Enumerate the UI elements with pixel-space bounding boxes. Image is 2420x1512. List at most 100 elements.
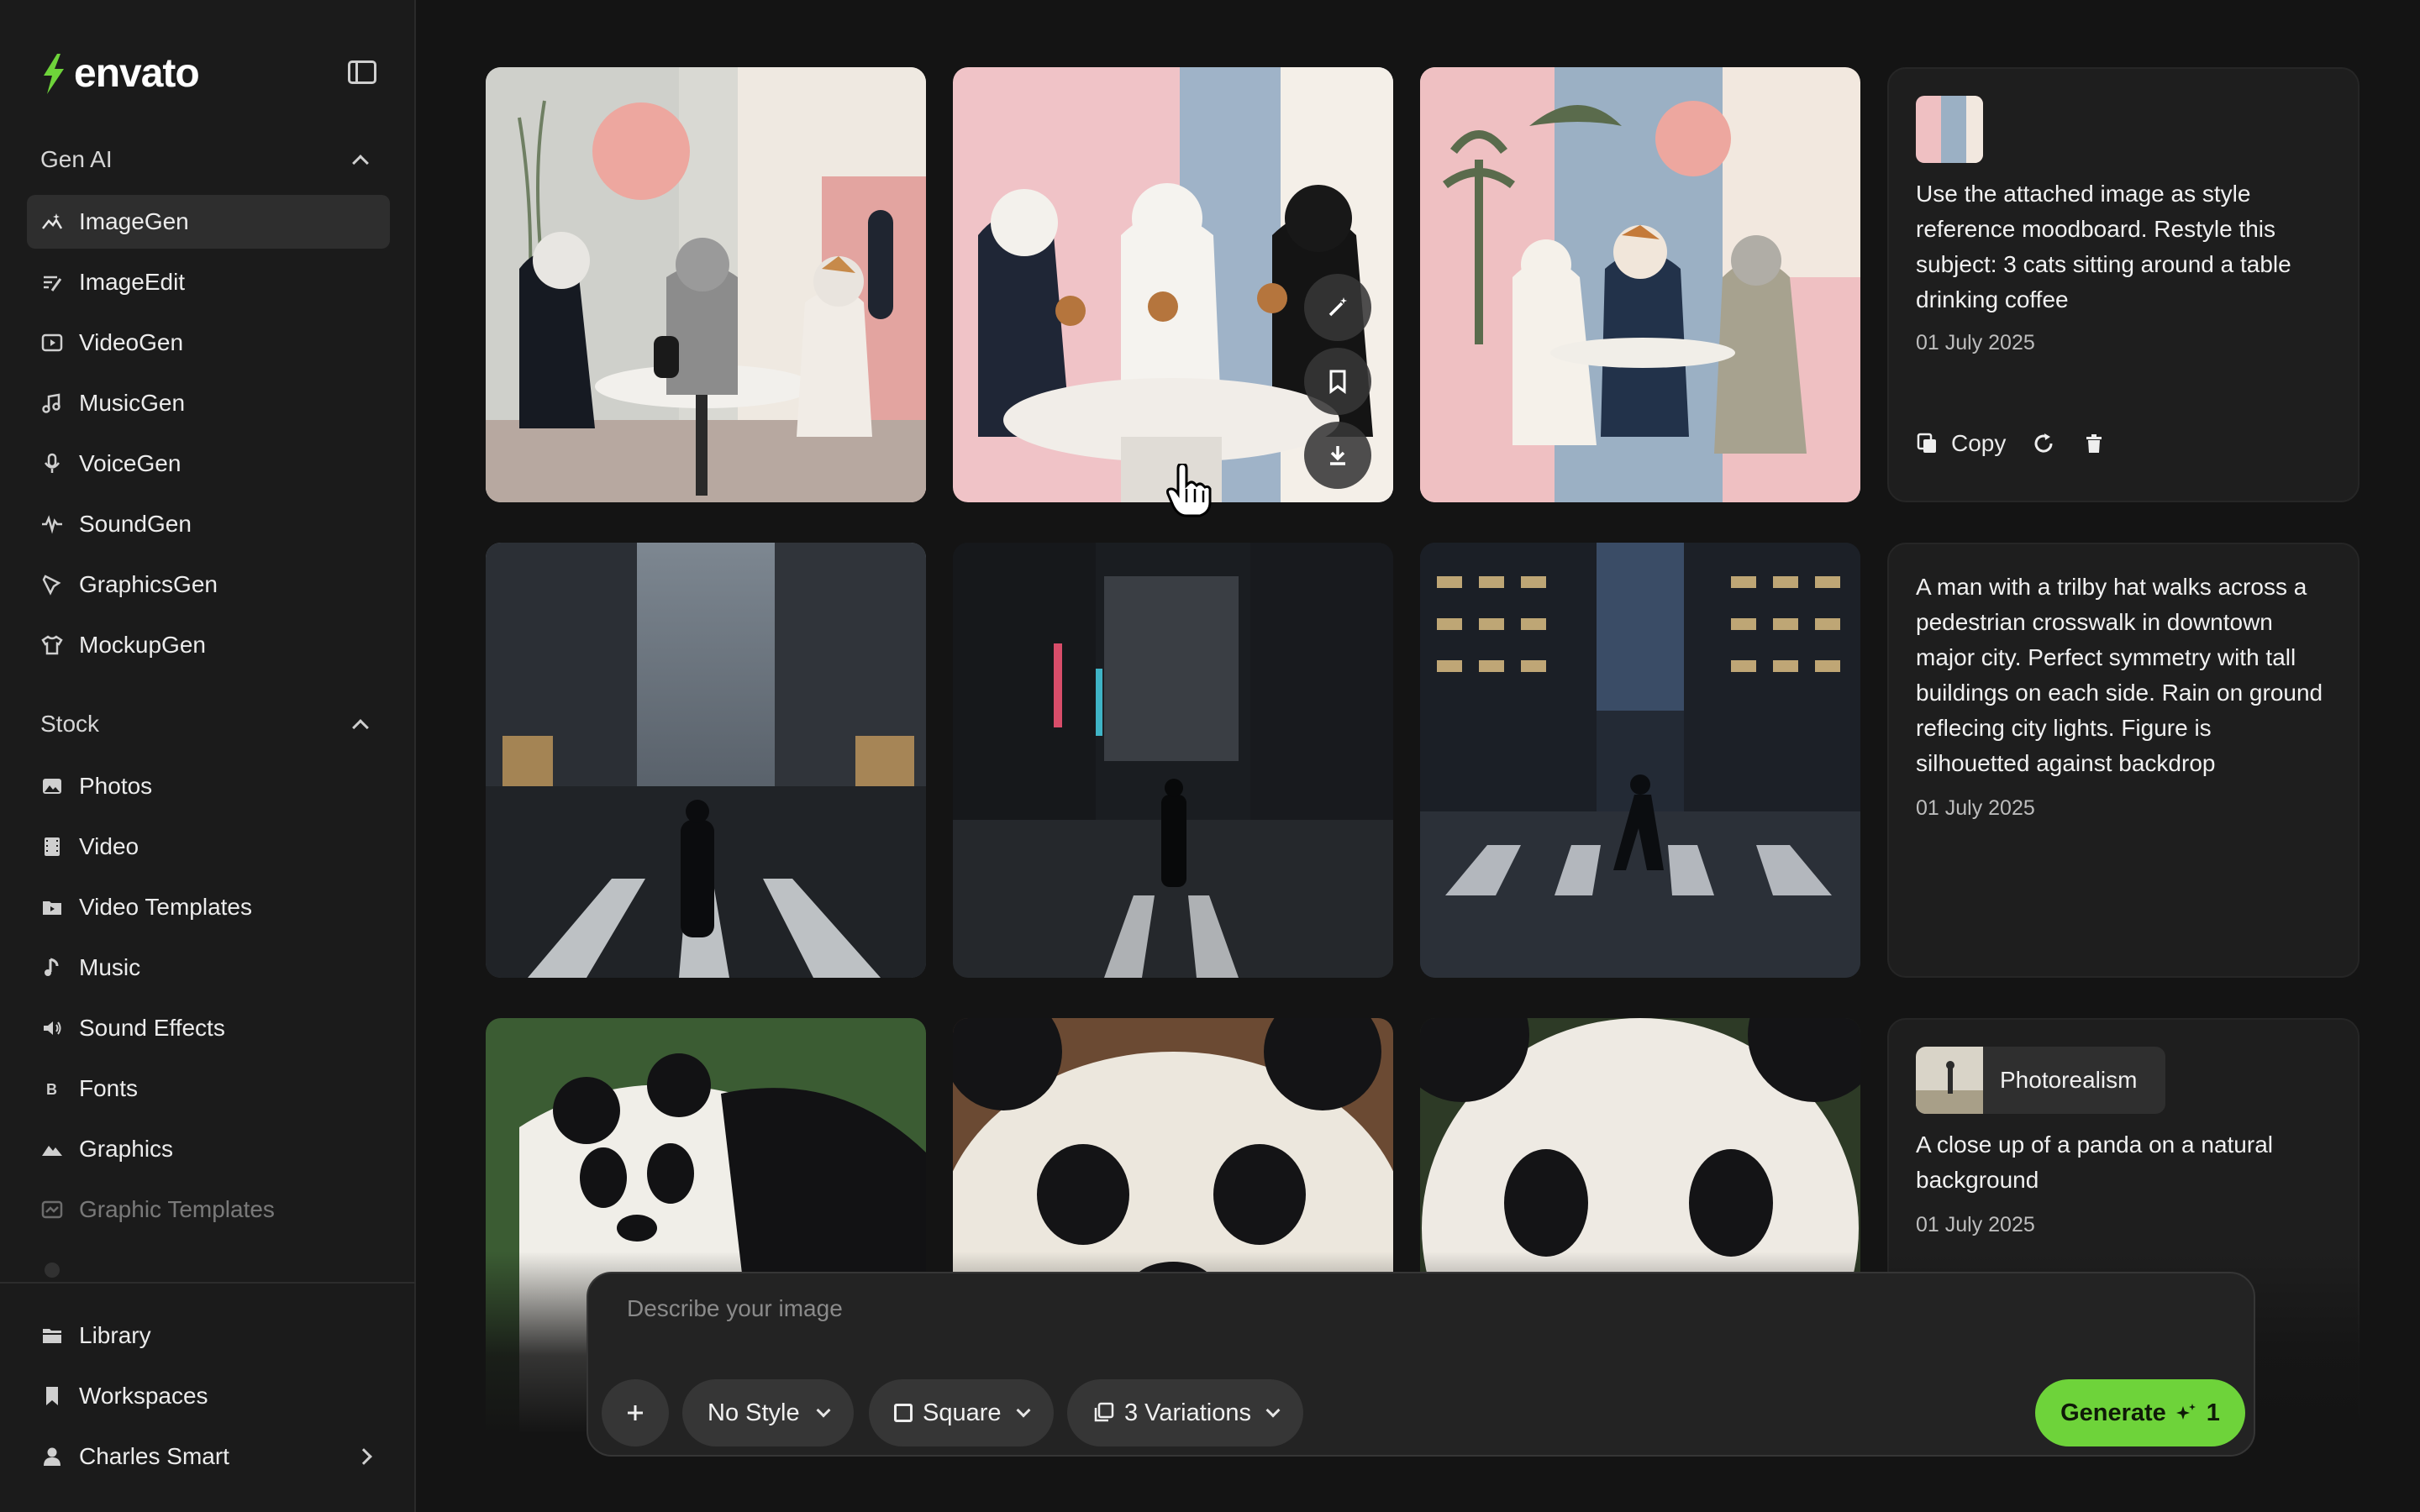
sidebar-item-video-templates[interactable]: Video Templates (27, 880, 390, 934)
result-image[interactable] (486, 543, 926, 978)
chevron-down-icon (816, 1403, 831, 1418)
sidebar-item-video[interactable]: Video (27, 820, 390, 874)
add-attachment-button[interactable] (602, 1379, 669, 1446)
copy-icon (1917, 433, 1936, 453)
film-icon (40, 835, 64, 858)
stock-section-title: Stock (40, 711, 100, 737)
sidebar-item-label: ImageEdit (79, 269, 186, 295)
genai-section-header[interactable]: Gen AI (40, 146, 375, 173)
sidebar-item-label: Video (79, 833, 139, 859)
style-reference-thumbnail[interactable] (1916, 96, 1983, 163)
save-image-button[interactable] (1304, 348, 1371, 415)
sidebar-item-imagegen[interactable]: ImageGen (27, 195, 390, 249)
photo-icon (40, 774, 64, 798)
tshirt-icon (40, 633, 64, 657)
video-template-icon (40, 895, 64, 919)
result-image[interactable] (486, 67, 926, 502)
bookmark-icon (1329, 370, 1346, 394)
sidebar-item-musicgen[interactable]: MusicGen (27, 376, 390, 430)
chevron-right-icon (355, 1448, 372, 1465)
stock-section-header[interactable]: Stock (40, 711, 375, 738)
sidebar-item-label: Video Templates (79, 894, 252, 920)
prompt-text: A man with a trilby hat walks across a p… (1916, 574, 2323, 776)
sidebar-item-mockupgen[interactable]: MockupGen (27, 618, 390, 672)
result-image[interactable] (953, 67, 1393, 502)
sidebar-item-label: Music (79, 954, 141, 980)
style-thumbnail (1916, 1047, 1983, 1114)
waveform-icon (40, 512, 64, 536)
bookmark-icon (40, 1384, 64, 1408)
image-edit-icon (40, 270, 64, 294)
variations-icon (1094, 1402, 1114, 1422)
prompt-card: Use the attached image as style referenc… (1887, 67, 2360, 502)
style-dropdown-label: No Style (708, 1399, 800, 1426)
sidebar-item-label: Photos (79, 773, 153, 799)
copy-button[interactable]: Copy (1916, 430, 2006, 457)
chevron-up-icon (352, 155, 369, 171)
sidebar-item-soundgen[interactable]: SoundGen (27, 497, 390, 551)
style-dropdown[interactable]: No Style (682, 1379, 854, 1446)
sidebar-item-label: SoundGen (79, 511, 192, 537)
microphone-icon (40, 452, 64, 475)
sidebar-item-videogen[interactable]: VideoGen (27, 316, 390, 370)
hand-cursor-icon (1166, 464, 1212, 517)
sidebar-item-label: Workspaces (79, 1383, 208, 1409)
prompt-input[interactable]: Describe your image (627, 1295, 843, 1322)
aspect-dropdown[interactable]: Square (869, 1379, 1054, 1446)
aspect-dropdown-label: Square (923, 1399, 1002, 1426)
sidebar-item-label: Sound Effects (79, 1015, 225, 1041)
sidebar-item-hidden (27, 1243, 390, 1297)
font-icon: B (40, 1077, 64, 1100)
folder-icon (40, 1324, 64, 1347)
music-icon (40, 956, 64, 979)
envato-logo[interactable]: envato (39, 50, 200, 97)
result-image[interactable] (1420, 67, 1860, 502)
result-image[interactable] (953, 543, 1393, 978)
stock-nav: Photos Video Video Templates Music Sound… (27, 759, 390, 1304)
sidebar-item-label: Fonts (79, 1075, 139, 1101)
sidebar-item-graphics[interactable]: Graphics (27, 1122, 390, 1176)
music-note-icon (40, 391, 64, 415)
sidebar-item-imageedit[interactable]: ImageEdit (27, 255, 390, 309)
sidebar-item-voicegen[interactable]: VoiceGen (27, 437, 390, 491)
copy-label: Copy (1951, 430, 2007, 456)
sidebar-item-label: MusicGen (79, 390, 186, 416)
sidebar-item-music[interactable]: Music (27, 941, 390, 995)
sidebar-item-graphic-templates[interactable]: Graphic Templates (27, 1183, 390, 1236)
square-icon (894, 1404, 913, 1422)
style-tag[interactable]: Photorealism (1916, 1047, 2166, 1114)
sidebar-item-photos[interactable]: Photos (27, 759, 390, 813)
credit-count: 1 (2206, 1399, 2220, 1426)
result-image[interactable] (1420, 543, 1860, 978)
download-image-button[interactable] (1304, 422, 1371, 489)
template-icon (40, 1198, 64, 1221)
sidebar-item-fonts[interactable]: B Fonts (27, 1062, 390, 1116)
sidebar-item-label: Graphics (79, 1136, 174, 1162)
variations-dropdown[interactable]: 3 Variations (1067, 1379, 1303, 1446)
sparkle-icon (2175, 1404, 2196, 1420)
sidebar-item-account[interactable]: Charles Smart (27, 1430, 390, 1483)
prompt-composer: Describe your image No Style Square 3 Va… (587, 1272, 2255, 1457)
sidebar-collapse-icon[interactable] (348, 60, 376, 84)
magic-wand-icon (1328, 297, 1347, 317)
delete-icon[interactable] (2081, 431, 2107, 456)
sidebar-item-label: ImageGen (79, 208, 189, 234)
prompt-date: 01 July 2025 (1916, 796, 2035, 820)
pen-nib-icon (40, 573, 64, 596)
envato-leaf-icon (44, 53, 64, 94)
svg-text:B: B (46, 1081, 57, 1098)
prompt-card: A man with a trilby hat walks across a p… (1887, 543, 2360, 978)
generate-button[interactable]: Generate 1 (2035, 1379, 2245, 1446)
generate-label: Generate (2060, 1399, 2166, 1426)
refresh-icon[interactable] (2031, 431, 2056, 456)
sidebar-item-graphicsgen[interactable]: GraphicsGen (27, 558, 390, 612)
prompt-date: 01 July 2025 (1916, 1213, 2035, 1236)
sidebar-item-library[interactable]: Library (27, 1309, 390, 1362)
sidebar-item-sound-effects[interactable]: Sound Effects (27, 1001, 390, 1055)
edit-image-button[interactable] (1304, 274, 1371, 341)
variations-dropdown-label: 3 Variations (1124, 1399, 1251, 1426)
sidebar-item-workspaces[interactable]: Workspaces (27, 1369, 390, 1423)
mountain-icon (40, 1137, 64, 1161)
chevron-down-icon (1265, 1403, 1281, 1418)
brand-name: envato (74, 51, 200, 96)
